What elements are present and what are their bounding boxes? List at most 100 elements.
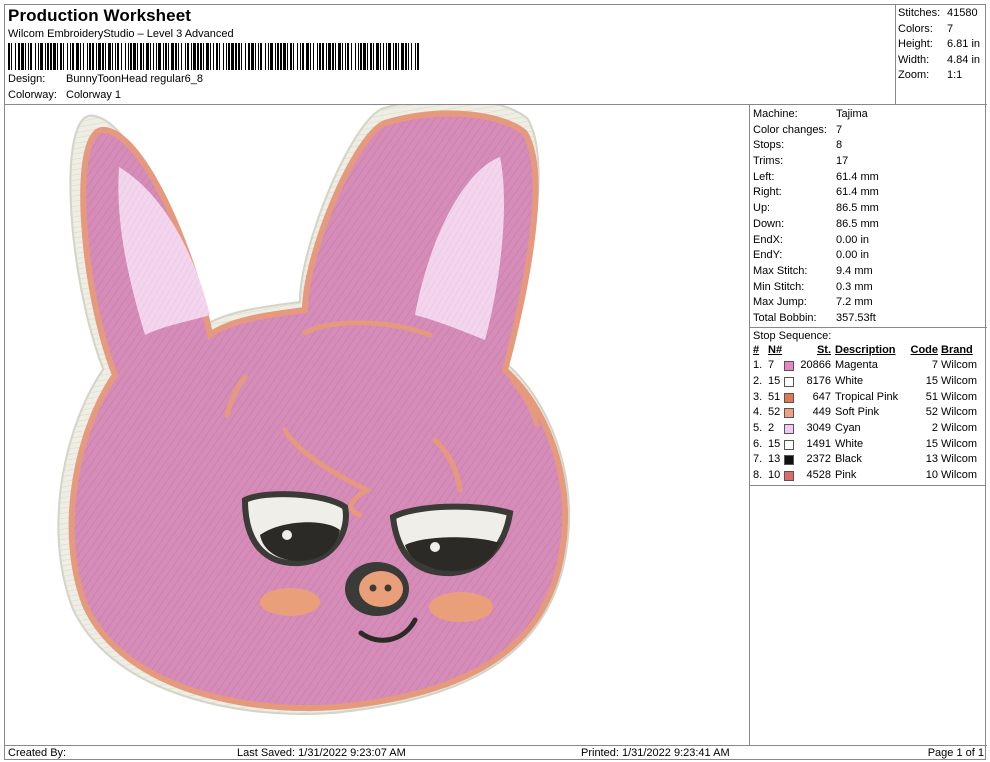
last-saved: Last Saved: 1/31/2022 9:23:07 AM — [237, 747, 406, 759]
created-by: Created By: — [8, 747, 67, 759]
stop-index: 1. — [753, 359, 763, 372]
machine-info-row: Min Stitch: 0.3 mm — [750, 280, 987, 296]
left-eye — [241, 491, 349, 567]
machine-info-value: 7 — [836, 123, 843, 136]
stop-sequence-table: # N# St. Description Code Brand 1. 7 20866… — [750, 343, 986, 486]
machine-info-label: Max Stitch: — [753, 264, 808, 277]
footer: Created By: Last Saved: 1/31/2022 9:23:0… — [5, 745, 987, 761]
colors-label: Colors: — [898, 22, 933, 35]
stop-code: 10 — [925, 469, 938, 482]
bunny-head — [57, 105, 571, 715]
machine-info-value: 0.3 mm — [836, 280, 873, 293]
machine-info-label: Total Bobbin: — [753, 311, 817, 324]
machine-info-value: 357.53ft — [836, 311, 876, 324]
printed-date: Printed: 1/31/2022 9:23:41 AM — [581, 747, 730, 759]
stop-needle: 7 — [768, 359, 775, 372]
stitches-value: 41580 — [947, 7, 978, 19]
machine-info-label: Machine: — [753, 108, 798, 120]
design-label: Design: — [8, 73, 46, 85]
stop-needle: 10 — [768, 469, 781, 482]
machine-info-row: Color changes: 7 — [750, 123, 987, 139]
stop-brand: Wilcom — [941, 469, 978, 482]
stop-needle: 15 — [768, 437, 781, 450]
machine-info-row: Machine: Tajima — [750, 107, 987, 123]
stop-code: 2 — [931, 422, 938, 435]
machine-info-value: 86.5 mm — [836, 202, 879, 215]
machine-info-row: Up: 86.5 mm — [750, 201, 987, 217]
machine-info-row: Trims: 17 — [750, 154, 987, 170]
stop-index: 5. — [753, 422, 763, 435]
col-idx: # — [753, 343, 760, 356]
machine-info-value: 7.2 mm — [836, 296, 873, 309]
machine-info-row: Right: 61.4 mm — [750, 185, 987, 201]
stop-needle: 52 — [768, 406, 781, 419]
stop-row: 1. 7 20866 Magenta 7 Wilcom — [750, 358, 986, 374]
stop-sequence-title: Stop Sequence: — [750, 326, 987, 343]
design-preview — [5, 105, 750, 745]
page-number: Page 1 of 1 — [927, 747, 984, 759]
machine-info-value: 61.4 mm — [836, 186, 879, 199]
zoom-row: Zoom: 1:1 — [898, 68, 987, 84]
stop-brand: Wilcom — [941, 453, 978, 466]
machine-info-label: Left: — [753, 170, 775, 183]
machine-info-label: Trims: — [753, 155, 784, 168]
stop-code: 51 — [925, 390, 938, 403]
stop-brand: Wilcom — [941, 422, 978, 435]
machine-info-label: EndY: — [753, 249, 783, 262]
machine-info-row: Total Bobbin: 357.53ft — [750, 311, 987, 327]
colorway-row: Colorway: Colorway 1 — [8, 89, 121, 101]
machine-info-value: 8 — [836, 139, 843, 152]
color-swatch — [784, 392, 794, 403]
height-label: Height: — [898, 38, 933, 50]
stop-row: 7. 13 2372 Black 13 Wilcom — [750, 452, 986, 468]
height-row: Height: 6.81 in — [898, 37, 987, 53]
machine-info-row: Stops: 8 — [750, 138, 987, 154]
stop-index: 8. — [753, 469, 763, 482]
stop-stitches: 1491 — [806, 437, 831, 450]
machine-info-row: Max Jump: 7.2 mm — [750, 295, 987, 311]
design-row: Design: BunnyToonHead regular6_8 — [8, 73, 203, 85]
machine-info-label: Up: — [753, 202, 771, 215]
stop-code: 15 — [925, 375, 938, 387]
stop-needle: 2 — [768, 422, 775, 435]
stop-description: Soft Pink — [835, 406, 880, 419]
stop-brand: Wilcom — [941, 437, 978, 450]
stop-stitches: 4528 — [806, 469, 831, 482]
stop-code: 7 — [931, 359, 938, 372]
design-value: BunnyToonHead regular6_8 — [66, 73, 203, 85]
stop-description: Magenta — [835, 359, 878, 372]
color-swatch — [784, 439, 794, 450]
stop-row: 5. 2 3049 Cyan 2 Wilcom — [750, 421, 986, 437]
col-description: Description — [835, 343, 896, 356]
stop-code: 13 — [925, 453, 938, 466]
zoom-value: 1:1 — [947, 69, 963, 81]
height-value: 6.81 in — [947, 38, 981, 50]
stop-needle: 51 — [768, 390, 781, 403]
stop-code: 15 — [925, 437, 938, 450]
machine-info-value: 0.00 in — [836, 233, 870, 246]
color-swatch — [784, 376, 794, 387]
stop-row: 3. 51 647 Tropical Pink 51 Wilcom — [750, 390, 986, 406]
stop-row: 2. 15 8176 White 15 Wilcom — [750, 374, 986, 390]
stop-index: 4. — [753, 406, 763, 419]
color-swatch — [784, 361, 794, 372]
worksheet: Production Worksheet Wilcom EmbroiderySt… — [4, 4, 987, 761]
stop-brand: Wilcom — [941, 390, 978, 403]
machine-info-label: Right: — [753, 186, 782, 199]
stop-rows: 1. 7 20866 Magenta 7 Wilcom 2. 15 8176 White 15 Wil… — [750, 358, 986, 484]
color-swatch — [784, 470, 794, 481]
stop-needle: 13 — [768, 453, 781, 466]
left-cheek — [260, 588, 320, 616]
machine-info-label: EndX: — [753, 233, 783, 246]
stop-index: 7. — [753, 453, 763, 466]
stop-description: Pink — [835, 469, 857, 482]
stop-index: 6. — [753, 437, 763, 450]
stop-row: 4. 52 449 Soft Pink 52 Wilcom — [750, 405, 986, 421]
software-name: Wilcom EmbroideryStudio – Level 3 Advanc… — [8, 28, 234, 40]
stop-description: Black — [835, 453, 862, 466]
machine-info-value: Tajima — [836, 108, 868, 120]
width-value: 4.84 in — [947, 53, 981, 66]
machine-info-row: Max Stitch: 9.4 mm — [750, 264, 987, 280]
stop-needle: 15 — [768, 375, 781, 387]
zoom-label: Zoom: — [898, 69, 930, 81]
